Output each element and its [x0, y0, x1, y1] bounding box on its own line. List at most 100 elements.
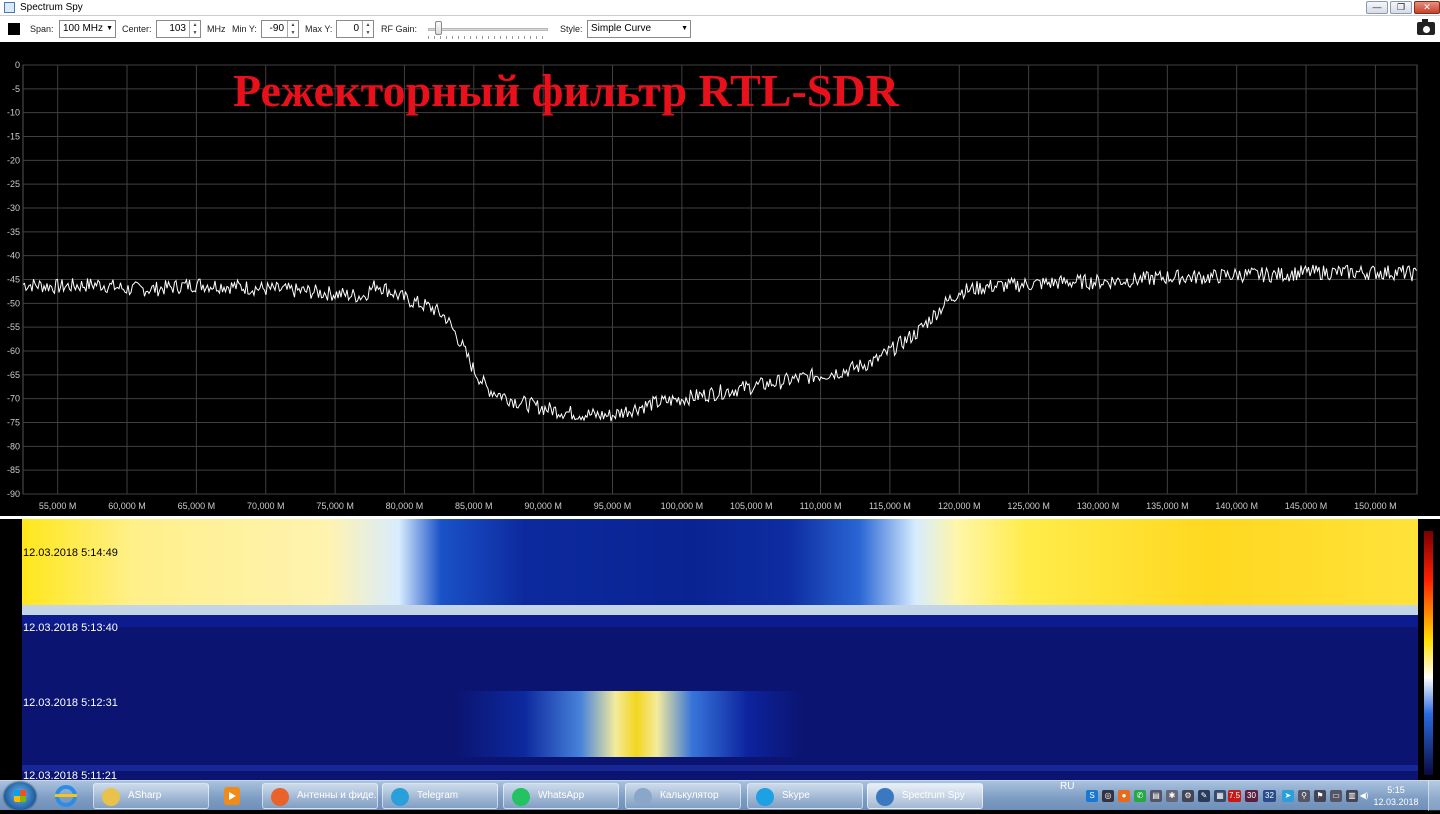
- y-tick-label: -10: [7, 108, 20, 118]
- min-y-label: Min Y:: [232, 24, 257, 34]
- y-tick-label: -25: [7, 179, 20, 189]
- asharp-icon: [102, 788, 120, 806]
- volume-icon[interactable]: ◀): [1358, 790, 1370, 802]
- window-title: Spectrum Spy: [20, 2, 83, 13]
- x-tick-label: 70,000 M: [247, 501, 285, 511]
- span-select-value: 100 MHz: [63, 23, 104, 34]
- y-tick-label: -45: [7, 275, 20, 285]
- chevron-down-icon: ▼: [106, 25, 113, 32]
- camera-icon[interactable]: [1417, 19, 1435, 35]
- y-tick-label: -5: [12, 84, 20, 94]
- close-button[interactable]: ✕: [1414, 1, 1440, 14]
- chevron-down-icon: ▼: [681, 25, 688, 32]
- language-indicator[interactable]: RU: [1060, 781, 1074, 811]
- y-tick-label: -15: [7, 132, 20, 142]
- y-tick-label: -30: [7, 203, 20, 213]
- internet-explorer-icon[interactable]: [48, 783, 84, 809]
- show-desktop-button[interactable]: [1428, 781, 1440, 811]
- power-tray-icon[interactable]: ▭: [1330, 790, 1342, 802]
- x-tick-label: 80,000 M: [386, 501, 424, 511]
- restore-button[interactable]: ❐: [1390, 1, 1412, 14]
- y-tick-label: -60: [7, 346, 20, 356]
- tool-tray-icon[interactable]: ✎: [1198, 790, 1210, 802]
- min-y-input[interactable]: -90 ▲ ▼: [261, 20, 299, 38]
- x-tick-label: 120,000 M: [938, 501, 981, 511]
- x-tick-label: 100,000 M: [661, 501, 704, 511]
- minimize-button[interactable]: —: [1366, 1, 1388, 14]
- rf-gain-slider-thumb[interactable]: [434, 21, 442, 35]
- waterfall-timestamp-4: 12.03.2018 5:11:21: [23, 770, 117, 780]
- network-tray-icon[interactable]: ▤: [1150, 790, 1162, 802]
- network-signal-icon[interactable]: ▥: [1346, 790, 1358, 802]
- taskbar-item-telegram[interactable]: Telegram: [382, 783, 498, 809]
- whatsapp-icon: [512, 788, 530, 806]
- waterfall-timestamp-3: 12.03.2018 5:12:31: [23, 697, 118, 709]
- monitor-tray-icon[interactable]: ▦: [1214, 790, 1226, 802]
- waterfall-timestamp-1: 12.03.2018 5:14:49: [23, 547, 118, 559]
- taskbar-item-label: Антенны и фиде...: [297, 790, 378, 801]
- x-tick-label: 110,000 M: [800, 501, 842, 511]
- x-tick-label: 145,000 M: [1285, 501, 1328, 511]
- center-input[interactable]: 103 ▲ ▼: [156, 20, 201, 38]
- tray-number-2[interactable]: 30: [1245, 790, 1258, 802]
- skype-icon: [756, 788, 774, 806]
- waterfall-timestamp-2: 12.03.2018 5:13:40: [23, 622, 118, 634]
- pin-tray-icon[interactable]: ⚲: [1298, 790, 1310, 802]
- x-tick-label: 125,000 M: [1007, 501, 1050, 511]
- min-y-spinner[interactable]: ▲ ▼: [287, 21, 298, 37]
- x-tick-label: 150,000 M: [1354, 501, 1397, 511]
- telegram-icon: [391, 788, 409, 806]
- taskbar-item-label: WhatsApp: [538, 790, 585, 801]
- span-label: Span:: [30, 24, 54, 34]
- settings-tray-icon[interactable]: ✱: [1166, 790, 1178, 802]
- y-tick-label: -85: [7, 465, 20, 475]
- taskbar-item-spectrum-spy[interactable]: Spectrum Spy: [867, 783, 983, 809]
- y-tick-label: -70: [7, 394, 20, 404]
- tray-number-1[interactable]: 7.5: [1228, 790, 1241, 802]
- taskbar-item-whatsapp[interactable]: WhatsApp: [503, 783, 619, 809]
- taskbar-item-label: Калькулятор: [660, 790, 719, 801]
- whatsapp-tray-icon[interactable]: ✆: [1134, 790, 1146, 802]
- taskbar-item-asharp[interactable]: ASharp: [93, 783, 209, 809]
- start-button[interactable]: [4, 782, 36, 810]
- max-y-input[interactable]: 0 ▲ ▼: [336, 20, 374, 38]
- x-tick-label: 95,000 M: [594, 501, 632, 511]
- style-select-value: Simple Curve: [591, 23, 652, 34]
- max-y-input-value: 0: [353, 23, 359, 34]
- spectrum-spy-icon: [876, 788, 894, 806]
- x-tick-label: 105,000 M: [730, 501, 773, 511]
- clock-time: 5:15: [1387, 785, 1405, 795]
- browser-tray-icon[interactable]: ●: [1118, 790, 1130, 802]
- telegram-tray-icon[interactable]: ➤: [1282, 790, 1294, 802]
- span-select[interactable]: 100 MHz ▼: [59, 20, 116, 38]
- taskbar-item-skype[interactable]: Skype: [747, 783, 863, 809]
- windows-logo-icon: [14, 790, 26, 802]
- center-label: Center:: [122, 24, 152, 34]
- taskbar-item-calculator[interactable]: Калькулятор: [625, 783, 741, 809]
- style-select[interactable]: Simple Curve ▼: [587, 20, 691, 38]
- taskbar-item-label: Spectrum Spy: [902, 790, 965, 801]
- rf-gain-slider-ticks: [428, 36, 548, 39]
- steam-tray-icon[interactable]: ◎: [1102, 790, 1114, 802]
- stop-icon[interactable]: [8, 23, 20, 35]
- center-spinner[interactable]: ▲ ▼: [189, 21, 200, 37]
- flag-tray-icon[interactable]: ⚑: [1314, 790, 1326, 802]
- taskbar-item-antennas-browser[interactable]: Антенны и фиде...: [262, 783, 378, 809]
- taskbar: ASharp Антенны и фиде... Telegram WhatsApp К…: [0, 780, 1440, 811]
- tray-number-3[interactable]: 32: [1263, 790, 1276, 802]
- style-label: Style:: [560, 24, 583, 34]
- system-clock[interactable]: 5:15 12.03.2018: [1372, 784, 1420, 808]
- app-icon: [4, 2, 15, 13]
- x-tick-label: 130,000 M: [1077, 501, 1120, 511]
- skype-tray-icon[interactable]: S: [1086, 790, 1098, 802]
- media-player-icon[interactable]: [214, 783, 250, 809]
- rf-gain-slider[interactable]: [428, 28, 548, 31]
- x-tick-label: 140,000 M: [1215, 501, 1258, 511]
- gear-tray-icon[interactable]: ⚙: [1182, 790, 1194, 802]
- max-y-spinner[interactable]: ▲ ▼: [362, 21, 373, 37]
- antennas-browser-icon: [271, 788, 289, 806]
- y-tick-label: -20: [7, 155, 20, 165]
- max-y-label: Max Y:: [305, 24, 333, 34]
- clock-date: 12.03.2018: [1373, 797, 1419, 807]
- taskbar-item-label: Skype: [782, 790, 810, 801]
